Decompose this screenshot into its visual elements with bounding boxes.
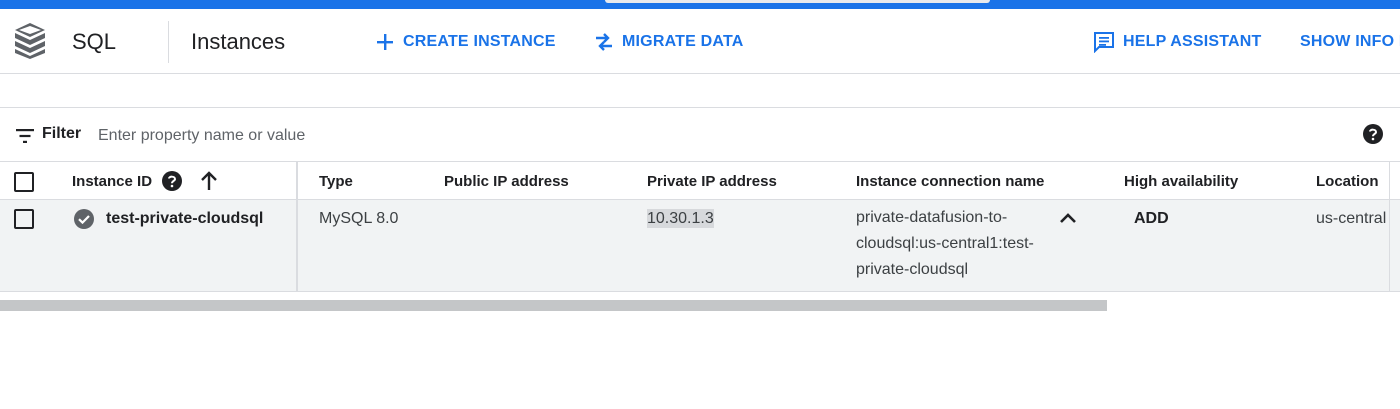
column-header-instance-id[interactable]: Instance ID <box>72 173 152 190</box>
instance-id-link[interactable]: test-private-cloudsql <box>106 210 263 228</box>
connection-name-line: cloudsql:us-central1:test- <box>856 235 1034 252</box>
status-check-icon <box>74 209 94 229</box>
location-value: us-central <box>1316 210 1387 227</box>
filter-input[interactable] <box>98 124 998 148</box>
migrate-data-label: MIGRATE DATA <box>622 33 744 50</box>
filter-bar: Filter <box>0 107 1400 162</box>
help-circle-icon[interactable] <box>162 171 182 191</box>
filter-label: Filter <box>42 125 82 142</box>
create-instance-label: CREATE INSTANCE <box>403 33 556 50</box>
column-header-type[interactable]: Type <box>319 173 353 190</box>
instance-type: MySQL 8.0 <box>319 210 399 227</box>
horizontal-scrollbar[interactable] <box>0 300 1107 311</box>
help-assistant-label: HELP ASSISTANT <box>1123 33 1262 50</box>
private-ip-text: 10.30.1.3 <box>647 209 714 228</box>
column-divider <box>1389 161 1390 292</box>
sql-logo-icon <box>15 23 45 59</box>
column-header-private-ip[interactable]: Private IP address <box>647 173 777 190</box>
connection-name-line: private-cloudsql <box>856 261 969 278</box>
table-header: Instance ID Type Public IP address Priva… <box>0 161 1400 200</box>
add-high-availability-button[interactable]: ADD <box>1134 210 1169 228</box>
help-assistant-button[interactable]: HELP ASSISTANT <box>1093 27 1262 57</box>
header-divider <box>168 21 169 63</box>
chevron-up-icon[interactable] <box>1059 212 1077 224</box>
connection-name-value: private-datafusion-to- cloudsql:us-centr… <box>856 205 1056 283</box>
column-header-location[interactable]: Location <box>1316 173 1379 190</box>
top-bar <box>0 0 1400 9</box>
search-bar-edge[interactable] <box>605 0 990 3</box>
migrate-data-button[interactable]: MIGRATE DATA <box>594 27 744 57</box>
page-title: Instances <box>191 29 286 54</box>
help-assistant-icon <box>1094 32 1114 53</box>
sort-up-arrow-icon[interactable] <box>200 171 218 191</box>
instances-table: Instance ID Type Public IP address Priva… <box>0 161 1400 292</box>
plus-icon <box>377 34 393 50</box>
show-info-panel-button[interactable]: SHOW INFO P <box>1300 27 1400 57</box>
column-header-high-availability[interactable]: High availability <box>1124 173 1238 190</box>
column-header-public-ip[interactable]: Public IP address <box>444 173 569 190</box>
product-name: SQL <box>72 29 117 54</box>
create-instance-button[interactable]: CREATE INSTANCE <box>375 27 556 57</box>
column-header-connection-name[interactable]: Instance connection name <box>856 173 1044 190</box>
filter-icon <box>16 129 34 143</box>
table-row[interactable]: test-private-cloudsql MySQL 8.0 10.30.1.… <box>0 200 1400 292</box>
connection-name-line: private-datafusion-to- <box>856 209 1008 226</box>
select-all-checkbox[interactable] <box>14 172 34 192</box>
help-circle-icon[interactable] <box>1363 124 1383 144</box>
private-ip-value: 10.30.1.3 <box>647 209 714 228</box>
row-select-checkbox[interactable] <box>14 209 34 229</box>
frozen-column-divider <box>296 161 298 292</box>
page-header: SQL Instances CREATE INSTANCE MIGRATE DA… <box>0 9 1400 74</box>
show-info-label: SHOW INFO P <box>1300 33 1400 50</box>
migrate-icon <box>596 33 612 51</box>
